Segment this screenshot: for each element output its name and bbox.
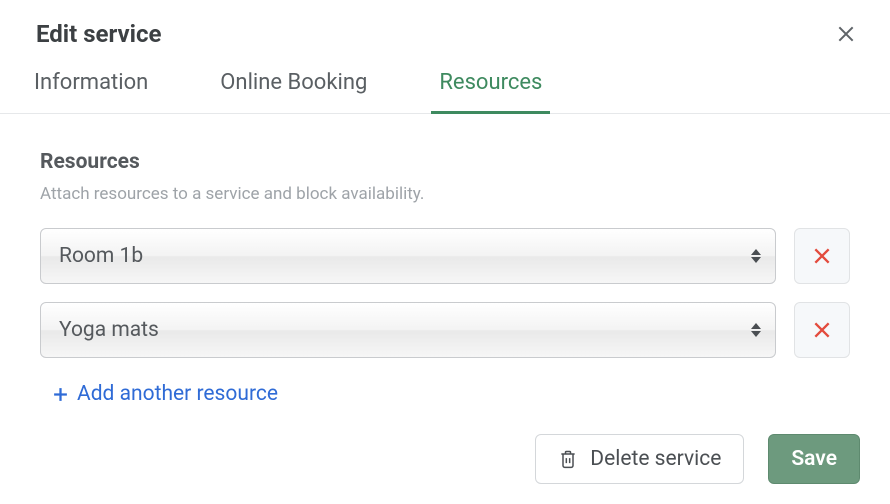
remove-resource-button[interactable] — [794, 228, 850, 284]
delete-service-label: Delete service — [590, 447, 721, 471]
modal-header: Edit service — [0, 0, 890, 60]
resource-select[interactable]: Room 1b — [40, 228, 776, 284]
tabs: Information Online Booking Resources — [0, 60, 890, 114]
modal-title: Edit service — [36, 20, 161, 48]
edit-service-modal: Edit service Information Online Booking … — [0, 0, 890, 504]
resource-rows: Room 1b Yoga mats — [40, 228, 850, 358]
modal-footer: Delete service Save — [535, 434, 860, 484]
save-button[interactable]: Save — [768, 434, 860, 484]
save-label: Save — [791, 447, 837, 471]
resource-row: Yoga mats — [40, 302, 850, 358]
remove-resource-button[interactable] — [794, 302, 850, 358]
add-resource-link[interactable]: Add another resource — [40, 382, 850, 406]
resource-select-value: Yoga mats — [59, 318, 159, 342]
select-arrows-icon — [751, 249, 761, 263]
tab-online-booking[interactable]: Online Booking — [220, 60, 367, 113]
tab-information[interactable]: Information — [34, 60, 148, 113]
select-arrows-icon — [751, 323, 761, 337]
resource-row: Room 1b — [40, 228, 850, 284]
close-icon — [836, 24, 856, 44]
section-heading: Resources — [40, 150, 850, 174]
resources-panel: Resources Attach resources to a service … — [0, 114, 890, 406]
delete-service-button[interactable]: Delete service — [535, 434, 744, 484]
trash-icon — [558, 448, 578, 470]
add-resource-label: Add another resource — [77, 382, 278, 406]
remove-icon — [812, 320, 832, 340]
resource-select[interactable]: Yoga mats — [40, 302, 776, 358]
tab-resources[interactable]: Resources — [439, 60, 542, 113]
remove-icon — [812, 246, 832, 266]
close-button[interactable] — [832, 20, 860, 48]
section-subheading: Attach resources to a service and block … — [40, 184, 850, 204]
plus-icon — [52, 386, 69, 403]
resource-select-value: Room 1b — [59, 244, 143, 268]
